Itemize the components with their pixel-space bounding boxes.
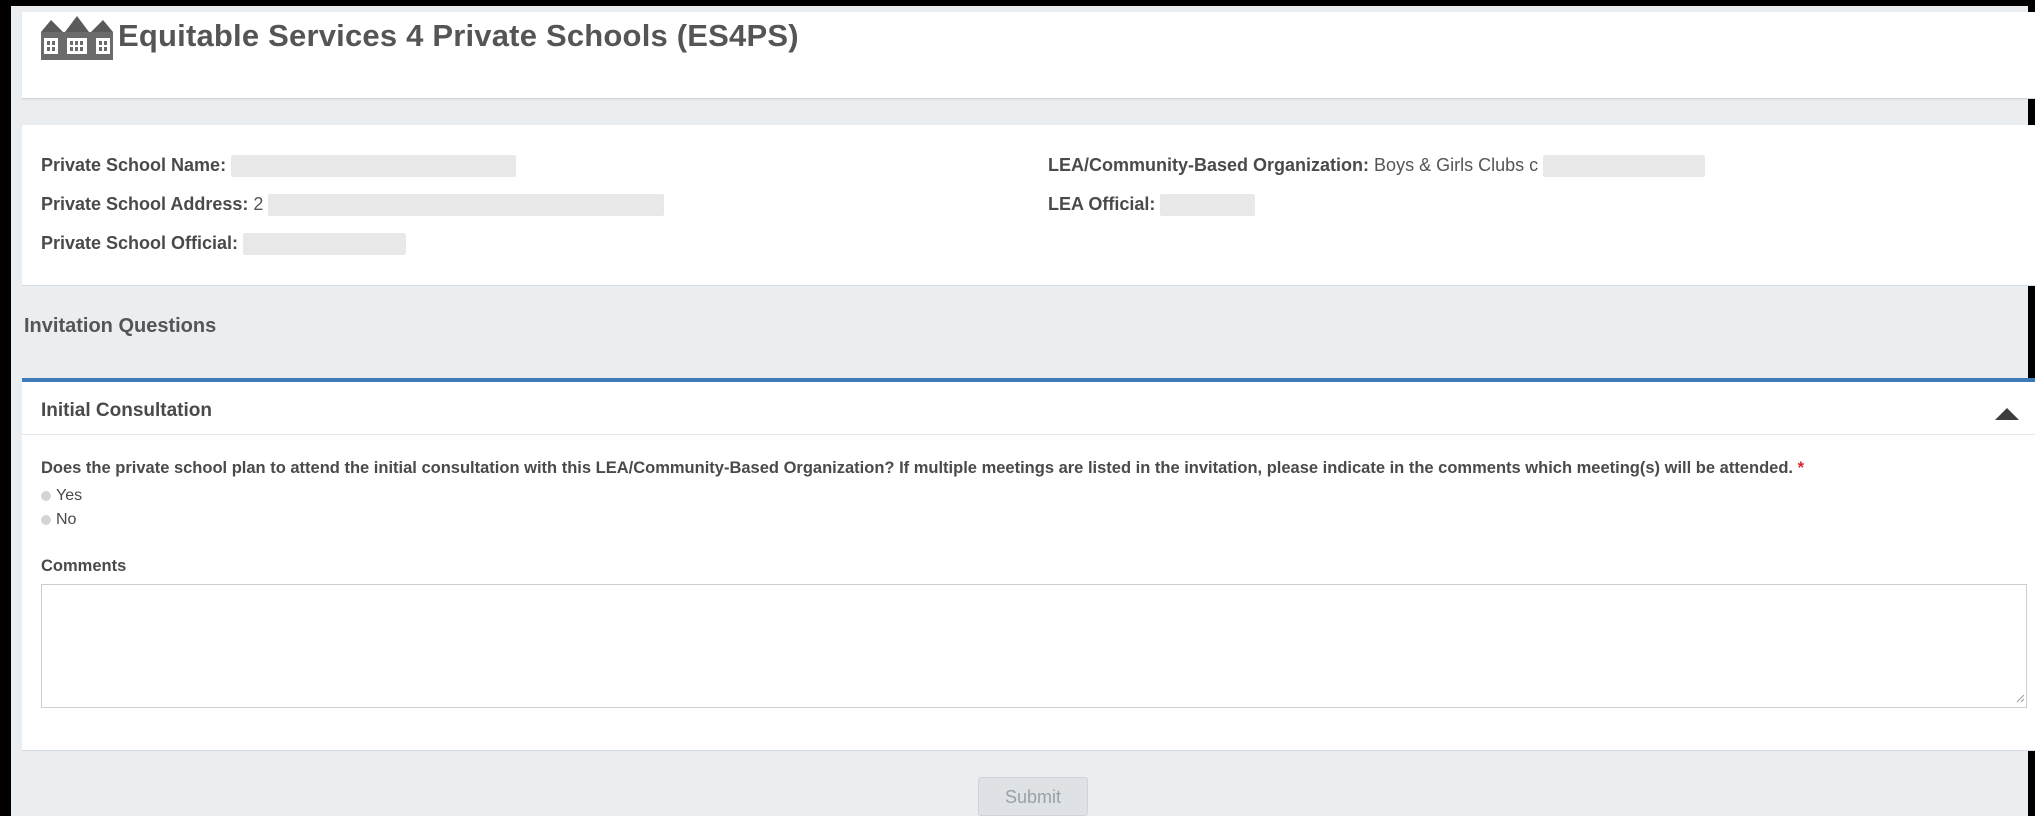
school-name-row: Private School Name: bbox=[41, 155, 517, 178]
redacted-school-official bbox=[243, 233, 407, 256]
school-name-label: Private School Name: bbox=[41, 155, 227, 175]
radio-option-yes[interactable]: Yes bbox=[41, 487, 82, 505]
school-address-label: Private School Address: bbox=[41, 194, 249, 214]
radio-button-yes[interactable] bbox=[41, 491, 51, 501]
app-frame: Equitable Services 4 Private Schools (ES… bbox=[0, 0, 2035, 816]
panel-title: Initial Consultation bbox=[41, 400, 212, 421]
redacted-lea-org bbox=[1543, 155, 1706, 178]
school-buildings-icon bbox=[41, 16, 113, 60]
radio-label-yes: Yes bbox=[56, 487, 83, 504]
radio-option-no[interactable]: No bbox=[41, 511, 76, 529]
page-header: Equitable Services 4 Private Schools (ES… bbox=[22, 12, 2035, 99]
school-official-row: Private School Official: bbox=[41, 233, 407, 256]
lea-org-value: Boys & Girls Clubs c bbox=[1374, 155, 1539, 175]
submit-button[interactable]: Submit bbox=[978, 777, 1088, 816]
question-text: Does the private school plan to attend t… bbox=[41, 459, 1793, 477]
page-title: Equitable Services 4 Private Schools (ES… bbox=[118, 18, 799, 53]
lea-official-row: LEA Official: bbox=[1048, 194, 1256, 217]
school-address-value: 2 bbox=[253, 194, 264, 214]
initial-consultation-panel: Initial Consultation Does the private sc… bbox=[22, 378, 2035, 751]
lea-org-row: LEA/Community-Based Organization: Boys &… bbox=[1048, 155, 1706, 178]
lea-official-label: LEA Official: bbox=[1048, 194, 1156, 214]
consultation-question: Does the private school plan to attend t… bbox=[41, 459, 1804, 478]
comments-textarea[interactable] bbox=[41, 584, 2027, 708]
redacted-school-name bbox=[231, 155, 517, 178]
school-address-row: Private School Address: 2 bbox=[41, 194, 665, 217]
required-marker: * bbox=[1797, 459, 1804, 477]
radio-button-no[interactable] bbox=[41, 515, 51, 525]
section-heading: Invitation Questions bbox=[24, 315, 217, 337]
collapse-caret-up-icon[interactable] bbox=[1995, 408, 2019, 420]
panel-header[interactable]: Initial Consultation bbox=[22, 382, 2035, 435]
school-official-label: Private School Official: bbox=[41, 233, 239, 253]
school-info-card: Private School Name: Private School Addr… bbox=[22, 125, 2035, 286]
redacted-school-address bbox=[268, 194, 665, 217]
resize-grip-icon[interactable] bbox=[2015, 693, 2025, 703]
comments-label: Comments bbox=[41, 557, 127, 575]
lea-org-label: LEA/Community-Based Organization: bbox=[1048, 155, 1370, 175]
redacted-lea-official bbox=[1160, 194, 1256, 217]
radio-label-no: No bbox=[56, 511, 77, 528]
app-content: Equitable Services 4 Private Schools (ES… bbox=[22, 12, 2035, 822]
